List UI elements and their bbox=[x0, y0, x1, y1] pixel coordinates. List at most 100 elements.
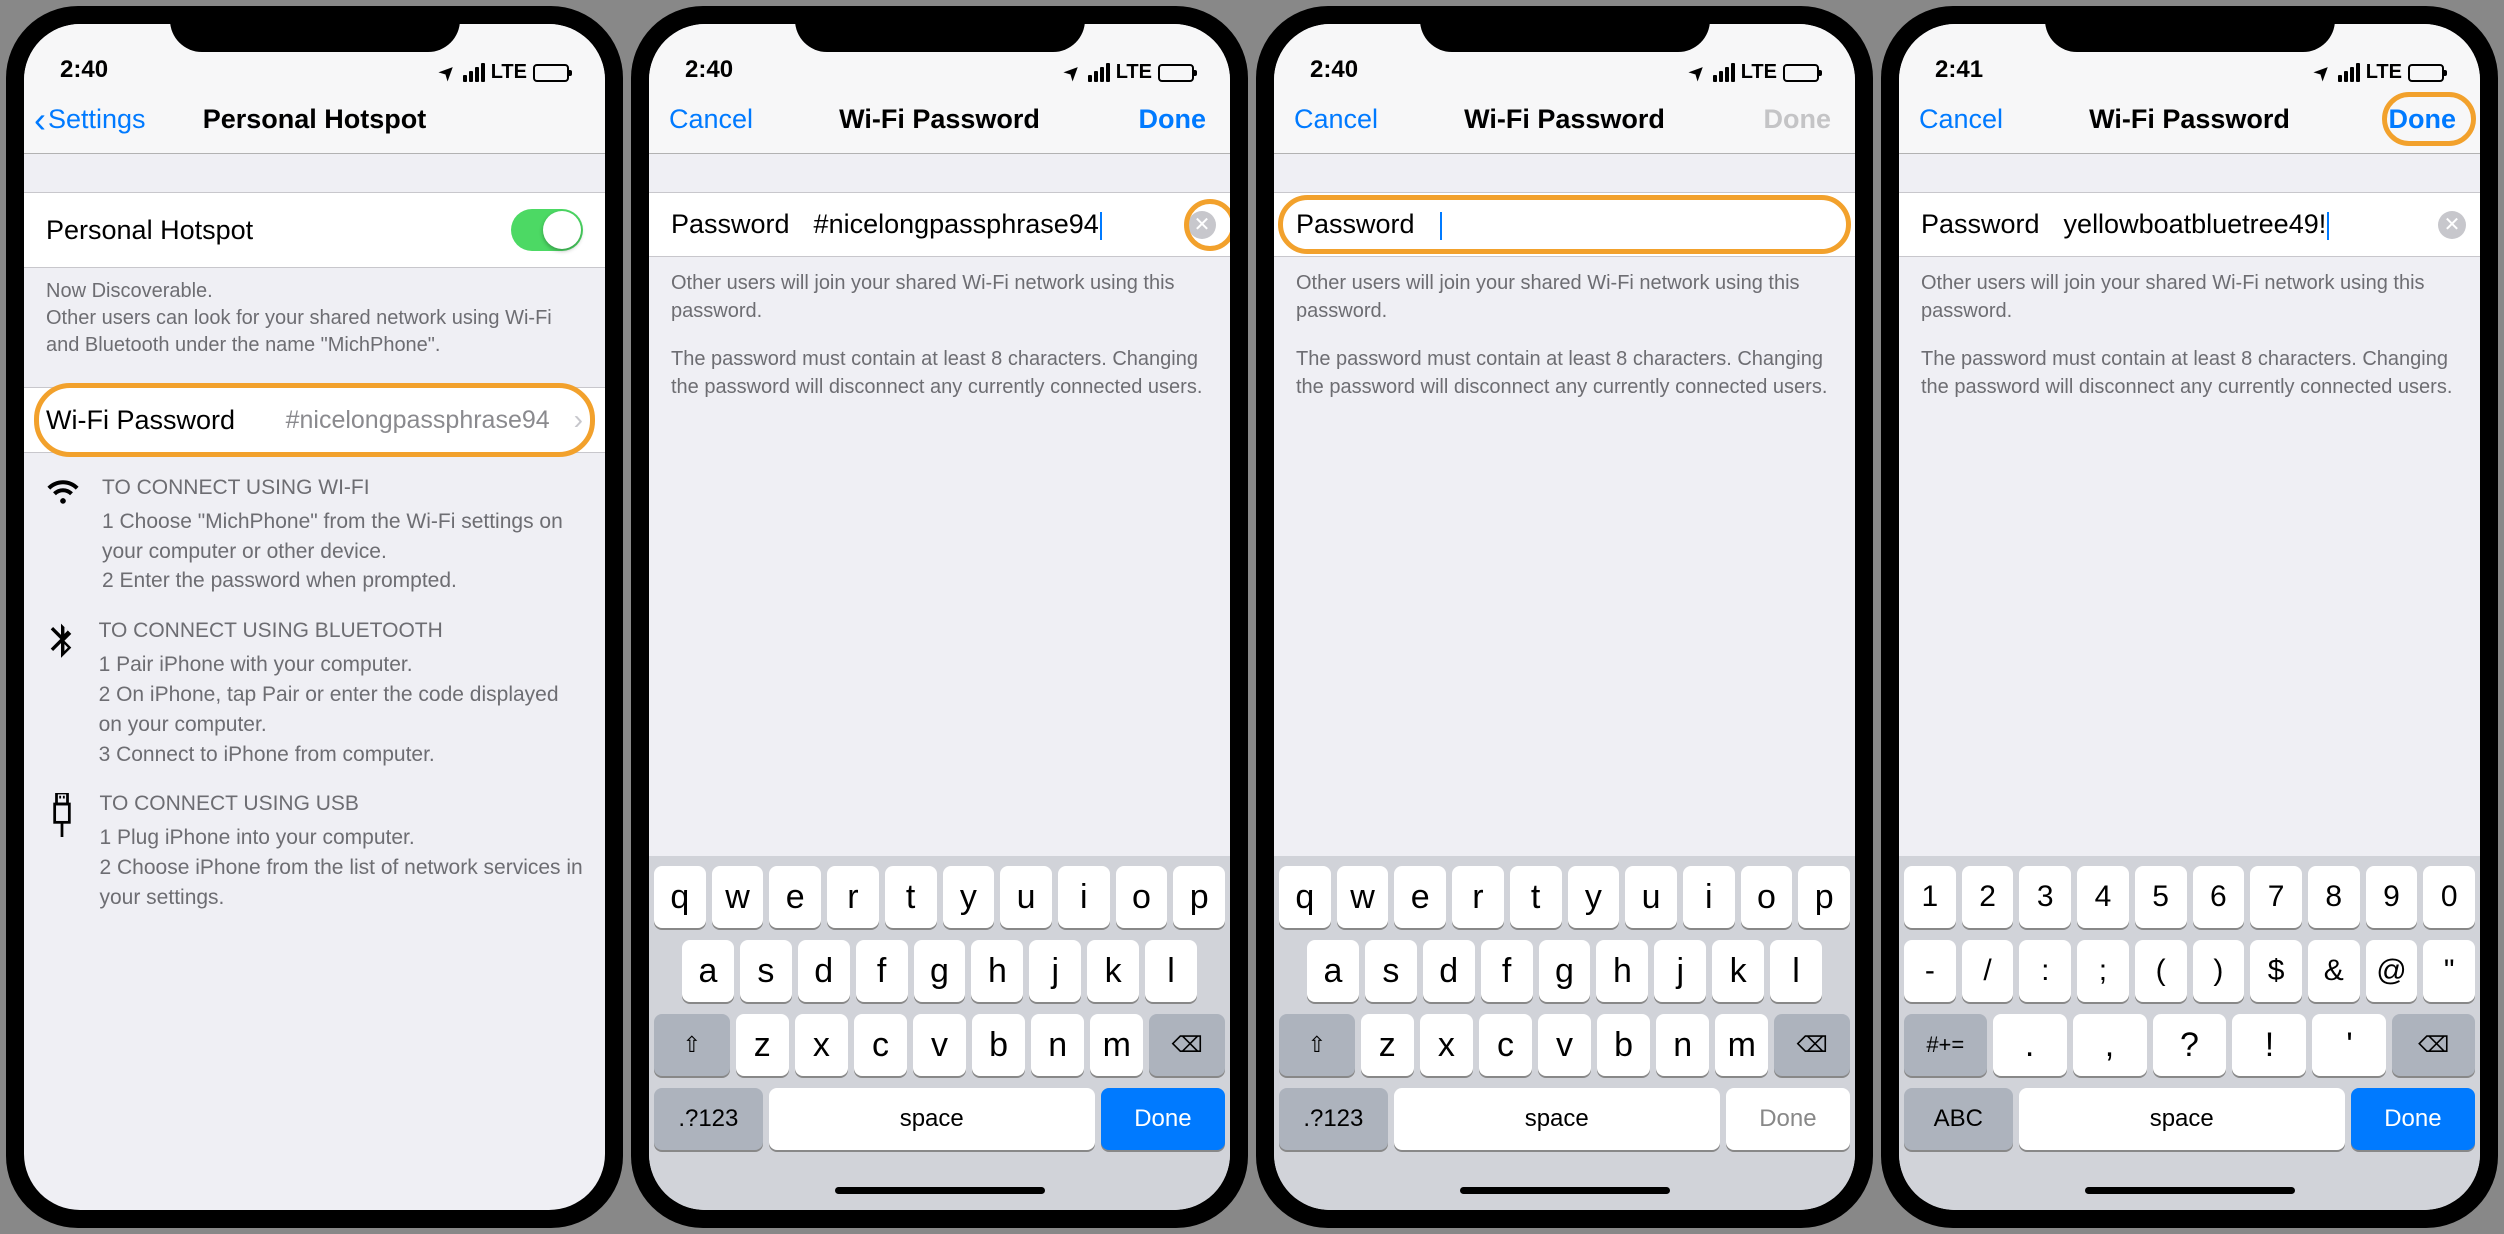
key-e[interactable]: e bbox=[1394, 866, 1446, 928]
key-,[interactable]: , bbox=[2073, 1014, 2147, 1076]
key-3[interactable]: 3 bbox=[2019, 866, 2071, 928]
key-k[interactable]: k bbox=[1087, 940, 1139, 1002]
key-'[interactable]: ' bbox=[2312, 1014, 2386, 1076]
key-z[interactable]: z bbox=[1361, 1014, 1414, 1076]
backspace-key[interactable]: ⌫ bbox=[1149, 1014, 1225, 1076]
key-l[interactable]: l bbox=[1145, 940, 1197, 1002]
key-d[interactable]: d bbox=[798, 940, 850, 1002]
key-n[interactable]: n bbox=[1031, 1014, 1084, 1076]
key-1[interactable]: 1 bbox=[1904, 866, 1956, 928]
key-w[interactable]: w bbox=[1337, 866, 1389, 928]
key-:[interactable]: : bbox=[2019, 940, 2071, 1002]
key-p[interactable]: p bbox=[1798, 866, 1850, 928]
key-r[interactable]: r bbox=[827, 866, 879, 928]
key-)[interactable]: ) bbox=[2193, 940, 2245, 1002]
mode-key-abc[interactable]: ABC bbox=[1904, 1088, 2013, 1150]
key-o[interactable]: o bbox=[1741, 866, 1793, 928]
password-input[interactable]: yellowboatbluetree49! bbox=[2064, 209, 2414, 240]
key-r[interactable]: r bbox=[1452, 866, 1504, 928]
key-h[interactable]: h bbox=[971, 940, 1023, 1002]
key-&[interactable]: & bbox=[2308, 940, 2360, 1002]
key-y[interactable]: y bbox=[943, 866, 995, 928]
keyboard-done-key[interactable]: Done bbox=[2351, 1088, 2475, 1150]
key-d[interactable]: d bbox=[1423, 940, 1475, 1002]
key-?[interactable]: ? bbox=[2153, 1014, 2227, 1076]
cancel-button[interactable]: Cancel bbox=[1284, 104, 1388, 135]
home-indicator[interactable] bbox=[1899, 1170, 2480, 1210]
key-0[interactable]: 0 bbox=[2423, 866, 2475, 928]
cancel-button[interactable]: Cancel bbox=[1909, 104, 2013, 135]
mode-key-numeric[interactable]: .?123 bbox=[1279, 1088, 1388, 1150]
mode-key-symbols[interactable]: #+= bbox=[1904, 1014, 1987, 1076]
key-x[interactable]: x bbox=[795, 1014, 848, 1076]
key-y[interactable]: y bbox=[1568, 866, 1620, 928]
key-7[interactable]: 7 bbox=[2250, 866, 2302, 928]
home-indicator[interactable] bbox=[649, 1170, 1230, 1210]
password-input-row[interactable]: Password bbox=[1274, 192, 1855, 257]
key-c[interactable]: c bbox=[854, 1014, 907, 1076]
key-u[interactable]: u bbox=[1000, 866, 1052, 928]
key-l[interactable]: l bbox=[1770, 940, 1822, 1002]
password-input-row[interactable]: Password yellowboatbluetree49! ✕ bbox=[1899, 192, 2480, 257]
key-u[interactable]: u bbox=[1625, 866, 1677, 928]
key-9[interactable]: 9 bbox=[2366, 866, 2418, 928]
key-/[interactable]: / bbox=[1962, 940, 2014, 1002]
key-q[interactable]: q bbox=[654, 866, 706, 928]
key-o[interactable]: o bbox=[1116, 866, 1168, 928]
cancel-button[interactable]: Cancel bbox=[659, 104, 763, 135]
key-z[interactable]: z bbox=[736, 1014, 789, 1076]
key-8[interactable]: 8 bbox=[2308, 866, 2360, 928]
key-4[interactable]: 4 bbox=[2077, 866, 2129, 928]
key-m[interactable]: m bbox=[1715, 1014, 1768, 1076]
key-w[interactable]: w bbox=[712, 866, 764, 928]
key-k[interactable]: k bbox=[1712, 940, 1764, 1002]
key-5[interactable]: 5 bbox=[2135, 866, 2187, 928]
key-j[interactable]: j bbox=[1029, 940, 1081, 1002]
key-s[interactable]: s bbox=[1365, 940, 1417, 1002]
key-2[interactable]: 2 bbox=[1962, 866, 2014, 928]
key-![interactable]: ! bbox=[2232, 1014, 2306, 1076]
done-button[interactable]: Done bbox=[1125, 104, 1221, 135]
key-$[interactable]: $ bbox=[2250, 940, 2302, 1002]
key-p[interactable]: p bbox=[1173, 866, 1225, 928]
shift-key[interactable]: ⇧ bbox=[1279, 1014, 1355, 1076]
key-j[interactable]: j bbox=[1654, 940, 1706, 1002]
key-i[interactable]: i bbox=[1058, 866, 1110, 928]
key-v[interactable]: v bbox=[913, 1014, 966, 1076]
key-m[interactable]: m bbox=[1090, 1014, 1143, 1076]
mode-key-numeric[interactable]: .?123 bbox=[654, 1088, 763, 1150]
key--[interactable]: - bbox=[1904, 940, 1956, 1002]
key-s[interactable]: s bbox=[740, 940, 792, 1002]
key-n[interactable]: n bbox=[1656, 1014, 1709, 1076]
key-c[interactable]: c bbox=[1479, 1014, 1532, 1076]
key-@[interactable]: @ bbox=[2366, 940, 2418, 1002]
key-t[interactable]: t bbox=[885, 866, 937, 928]
backspace-key[interactable]: ⌫ bbox=[1774, 1014, 1850, 1076]
wifi-password-row[interactable]: Wi-Fi Password #nicelongpassphrase94 › bbox=[24, 387, 605, 453]
key-"[interactable]: " bbox=[2423, 940, 2475, 1002]
home-indicator[interactable] bbox=[1274, 1170, 1855, 1210]
key-e[interactable]: e bbox=[769, 866, 821, 928]
key-q[interactable]: q bbox=[1279, 866, 1331, 928]
key-h[interactable]: h bbox=[1596, 940, 1648, 1002]
key-g[interactable]: g bbox=[914, 940, 966, 1002]
shift-key[interactable]: ⇧ bbox=[654, 1014, 730, 1076]
key-f[interactable]: f bbox=[856, 940, 908, 1002]
backspace-key[interactable]: ⌫ bbox=[2392, 1014, 2475, 1076]
key-.[interactable]: . bbox=[1993, 1014, 2067, 1076]
password-input[interactable] bbox=[1439, 209, 1841, 240]
space-key[interactable]: space bbox=[2019, 1088, 2345, 1150]
key-b[interactable]: b bbox=[1597, 1014, 1650, 1076]
key-a[interactable]: a bbox=[682, 940, 734, 1002]
key-i[interactable]: i bbox=[1683, 866, 1735, 928]
password-input-row[interactable]: Password #nicelongpassphrase94 ✕ bbox=[649, 192, 1230, 257]
keyboard-done-key[interactable]: Done bbox=[1101, 1088, 1225, 1150]
key-g[interactable]: g bbox=[1539, 940, 1591, 1002]
key-([interactable]: ( bbox=[2135, 940, 2187, 1002]
key-6[interactable]: 6 bbox=[2193, 866, 2245, 928]
space-key[interactable]: space bbox=[769, 1088, 1095, 1150]
key-v[interactable]: v bbox=[1538, 1014, 1591, 1076]
clear-text-button[interactable]: ✕ bbox=[2438, 211, 2466, 239]
space-key[interactable]: space bbox=[1394, 1088, 1720, 1150]
key-b[interactable]: b bbox=[972, 1014, 1025, 1076]
